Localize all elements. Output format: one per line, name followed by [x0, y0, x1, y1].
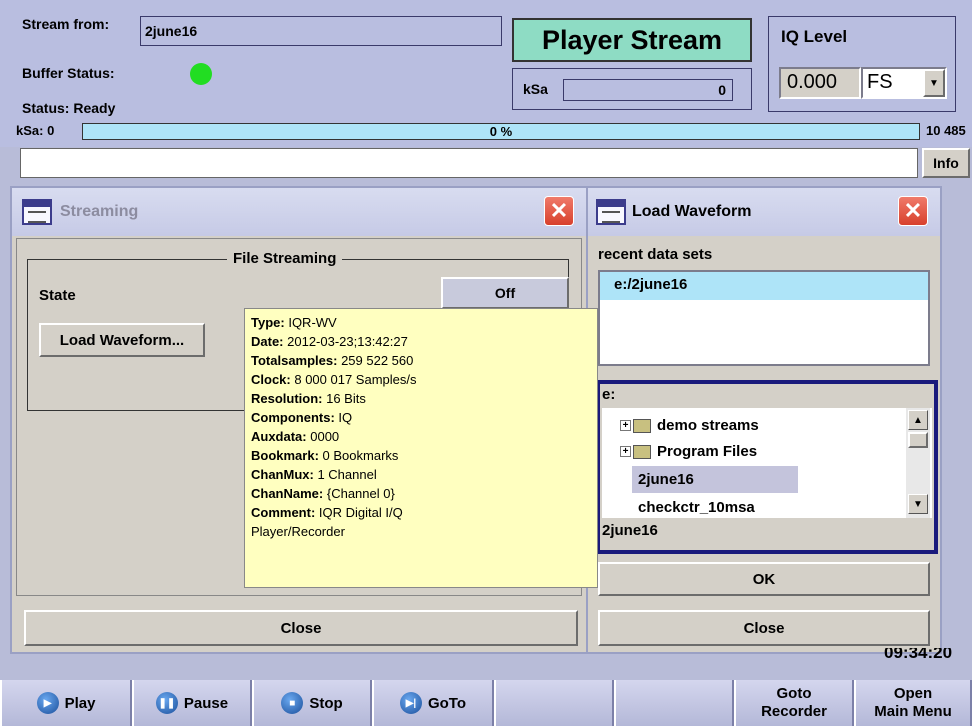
- open-main-menu-button[interactable]: Open Main Menu: [854, 680, 972, 726]
- tooltip-row: Totalsamples: 259 522 560: [251, 353, 414, 368]
- load-waveform-close-button[interactable]: Close: [598, 610, 930, 646]
- message-field[interactable]: [20, 148, 918, 178]
- load-waveform-window: Load Waveform ✕ recent data sets e:/2jun…: [586, 186, 942, 654]
- goto-button[interactable]: ▶| GoTo: [372, 680, 494, 726]
- ksa-label: kSa: [523, 81, 548, 97]
- selected-file-name: 2june16: [602, 522, 658, 539]
- expand-icon[interactable]: +: [620, 420, 631, 431]
- ok-button[interactable]: OK: [598, 562, 930, 596]
- progress-left-label: kSa: 0: [16, 123, 55, 138]
- state-toggle-button[interactable]: Off: [441, 277, 569, 309]
- iq-level-label: IQ Level: [781, 27, 848, 46]
- load-waveform-title-bar: Load Waveform ✕: [588, 188, 940, 236]
- tree-item-program-files[interactable]: + Program Files: [620, 438, 757, 465]
- goto-icon: ▶|: [399, 692, 422, 714]
- bottom-toolbar: ▶ Play ❚❚ Pause ■ Stop ▶| GoTo Goto Recorder …: [0, 680, 972, 726]
- tooltip-row: ChanName: {Channel 0}: [251, 486, 395, 501]
- scroll-up-icon[interactable]: ▲: [908, 410, 928, 430]
- tree-item-2june16[interactable]: 2june16: [632, 466, 798, 493]
- streaming-title-bar: Streaming ✕: [12, 188, 586, 236]
- ksa-box: kSa 0: [512, 68, 752, 110]
- iq-level-box: IQ Level 0.000 FS ▼: [768, 16, 956, 112]
- window-icon: [22, 199, 52, 225]
- tree-item-checkctr[interactable]: checkctr_10msa: [632, 494, 755, 521]
- progress-bar: 0 %: [82, 123, 920, 140]
- waveform-info-tooltip: Type: IQR-WV Date: 2012-03-23;13:42:27 T…: [244, 308, 598, 588]
- tooltip-row: Type: IQR-WV: [251, 315, 337, 330]
- recent-data-sets-label: recent data sets: [598, 246, 713, 263]
- clock-text: 09:34:20: [884, 648, 953, 662]
- iq-level-unit-value: FS: [867, 71, 893, 93]
- progress-right-label: 10 485: [926, 123, 966, 138]
- tooltip-row: Auxdata: 0000: [251, 429, 340, 444]
- tooltip-row: Date: 2012-03-23;13:42:27: [251, 334, 408, 349]
- stop-button[interactable]: ■ Stop: [252, 680, 372, 726]
- tooltip-row: ChanMux: 1 Channel: [251, 467, 377, 482]
- empty-softkey-2[interactable]: [614, 680, 734, 726]
- tooltip-row: Player/Recorder: [251, 524, 345, 539]
- info-button[interactable]: Info: [922, 148, 970, 178]
- goto-recorder-button[interactable]: Goto Recorder: [734, 680, 854, 726]
- drive-label: e:: [602, 386, 616, 403]
- expand-icon[interactable]: +: [620, 446, 631, 457]
- pause-button[interactable]: ❚❚ Pause: [132, 680, 252, 726]
- window-icon: [596, 199, 626, 225]
- stream-from-field[interactable]: 2june16: [140, 16, 502, 46]
- close-icon[interactable]: ✕: [898, 196, 928, 226]
- state-label: State: [39, 287, 76, 304]
- mode-title: Player Stream: [512, 18, 752, 62]
- status-text: Status: Ready: [22, 100, 116, 116]
- empty-softkey-1[interactable]: [494, 680, 614, 726]
- file-tree-scrollbar[interactable]: ▲ ▼: [906, 408, 930, 518]
- file-browser: e: + demo streams + Program Files 2june16 …: [596, 380, 938, 554]
- scroll-thumb[interactable]: [908, 432, 928, 448]
- file-tree: + demo streams + Program Files 2june16 che…: [602, 408, 932, 518]
- ksa-value: 0: [563, 79, 733, 101]
- pause-icon: ❚❚: [155, 692, 178, 714]
- buffer-status-indicator: [190, 63, 212, 85]
- streaming-close-button[interactable]: Close: [24, 610, 578, 646]
- tooltip-row: Clock: 8 000 017 Samples/s: [251, 372, 417, 387]
- tree-item-demo-streams[interactable]: + demo streams: [620, 412, 759, 439]
- close-icon[interactable]: ✕: [544, 196, 574, 226]
- iq-level-unit-select[interactable]: FS ▼: [861, 67, 947, 99]
- load-waveform-title: Load Waveform: [632, 203, 752, 220]
- load-waveform-button[interactable]: Load Waveform...: [39, 323, 205, 357]
- tooltip-row: Bookmark: 0 Bookmarks: [251, 448, 399, 463]
- play-button[interactable]: ▶ Play: [0, 680, 132, 726]
- header-panel: Stream from: 2june16 Buffer Status: Stat…: [0, 0, 972, 147]
- recent-list[interactable]: e:/2june16: [598, 270, 930, 366]
- tooltip-row: Resolution: 16 Bits: [251, 391, 366, 406]
- chevron-down-icon[interactable]: ▼: [923, 69, 945, 97]
- progress-text: 0 %: [489, 124, 513, 139]
- stop-icon: ■: [281, 692, 304, 714]
- buffer-status-label: Buffer Status:: [22, 65, 115, 81]
- folder-icon: [633, 418, 651, 433]
- tooltip-row: Components: IQ: [251, 410, 353, 425]
- iq-level-input[interactable]: 0.000: [779, 67, 861, 99]
- scroll-down-icon[interactable]: ▼: [908, 494, 928, 514]
- stream-from-label: Stream from:: [22, 16, 110, 32]
- folder-icon: [633, 444, 651, 459]
- file-streaming-title: File Streaming: [227, 250, 343, 267]
- play-icon: ▶: [36, 692, 59, 714]
- streaming-title: Streaming: [60, 203, 139, 220]
- tooltip-row: Comment: IQR Digital I/Q: [251, 505, 403, 520]
- recent-item[interactable]: e:/2june16: [600, 272, 928, 300]
